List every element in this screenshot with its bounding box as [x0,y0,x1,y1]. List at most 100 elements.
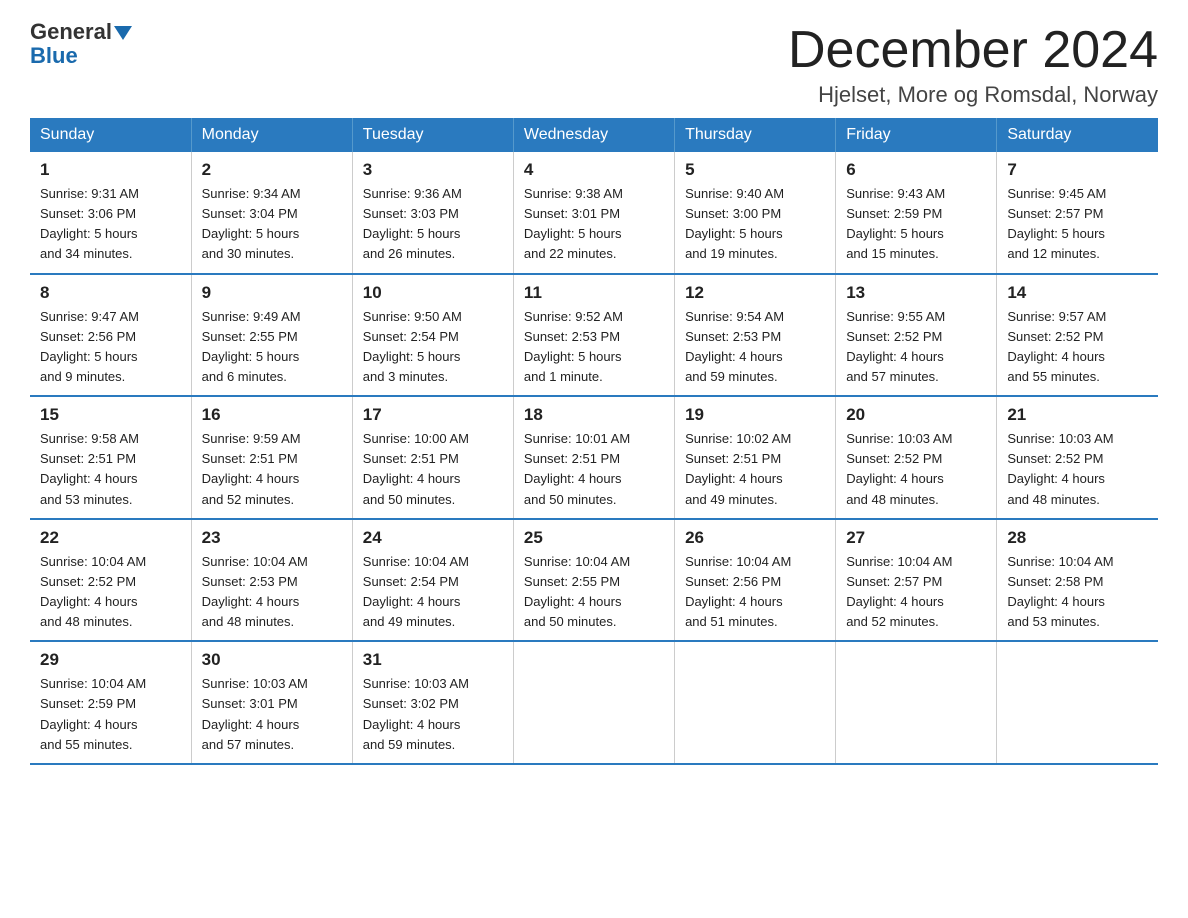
day-info: Sunrise: 10:04 AMSunset: 2:54 PMDaylight… [363,552,503,633]
day-number: 14 [1007,283,1148,303]
day-info: Sunrise: 10:04 AMSunset: 2:59 PMDaylight… [40,674,181,755]
calendar-cell: 21 Sunrise: 10:03 AMSunset: 2:52 PMDaylig… [997,396,1158,519]
weekday-header-sunday: Sunday [30,118,191,152]
calendar-cell: 26 Sunrise: 10:04 AMSunset: 2:56 PMDaylig… [675,519,836,642]
calendar-cell: 15 Sunrise: 9:58 AMSunset: 2:51 PMDayligh… [30,396,191,519]
calendar-table: SundayMondayTuesdayWednesdayThursdayFrid… [30,118,1158,765]
day-number: 13 [846,283,986,303]
day-info: Sunrise: 10:03 AMSunset: 2:52 PMDaylight… [1007,429,1148,510]
calendar-cell: 20 Sunrise: 10:03 AMSunset: 2:52 PMDaylig… [836,396,997,519]
calendar-cell: 30 Sunrise: 10:03 AMSunset: 3:01 PMDaylig… [191,641,352,764]
day-info: Sunrise: 9:52 AMSunset: 2:53 PMDaylight:… [524,307,664,388]
calendar-cell: 14 Sunrise: 9:57 AMSunset: 2:52 PMDayligh… [997,274,1158,397]
day-info: Sunrise: 10:04 AMSunset: 2:57 PMDaylight… [846,552,986,633]
day-number: 16 [202,405,342,425]
day-info: Sunrise: 10:04 AMSunset: 2:55 PMDaylight… [524,552,664,633]
day-info: Sunrise: 9:43 AMSunset: 2:59 PMDaylight:… [846,184,986,265]
weekday-header-thursday: Thursday [675,118,836,152]
calendar-cell [997,641,1158,764]
day-info: Sunrise: 10:01 AMSunset: 2:51 PMDaylight… [524,429,664,510]
calendar-cell: 10 Sunrise: 9:50 AMSunset: 2:54 PMDayligh… [352,274,513,397]
weekday-header-wednesday: Wednesday [513,118,674,152]
month-title: December 2024 [788,20,1158,80]
day-number: 28 [1007,528,1148,548]
day-number: 29 [40,650,181,670]
day-number: 24 [363,528,503,548]
calendar-cell: 31 Sunrise: 10:03 AMSunset: 3:02 PMDaylig… [352,641,513,764]
page-header: General Blue December 2024 Hjelset, More… [30,20,1158,108]
day-info: Sunrise: 9:59 AMSunset: 2:51 PMDaylight:… [202,429,342,510]
calendar-cell: 28 Sunrise: 10:04 AMSunset: 2:58 PMDaylig… [997,519,1158,642]
weekday-header-friday: Friday [836,118,997,152]
calendar-cell: 7Sunrise: 9:45 AMSunset: 2:57 PMDaylight… [997,152,1158,274]
day-number: 20 [846,405,986,425]
weekday-header-monday: Monday [191,118,352,152]
calendar-header: SundayMondayTuesdayWednesdayThursdayFrid… [30,118,1158,152]
day-info: Sunrise: 10:04 AMSunset: 2:52 PMDaylight… [40,552,181,633]
calendar-week-2: 8Sunrise: 9:47 AMSunset: 2:56 PMDaylight… [30,274,1158,397]
calendar-cell: 18 Sunrise: 10:01 AMSunset: 2:51 PMDaylig… [513,396,674,519]
day-info: Sunrise: 9:36 AMSunset: 3:03 PMDaylight:… [363,184,503,265]
day-number: 9 [202,283,342,303]
calendar-cell: 12 Sunrise: 9:54 AMSunset: 2:53 PMDayligh… [675,274,836,397]
calendar-cell: 24 Sunrise: 10:04 AMSunset: 2:54 PMDaylig… [352,519,513,642]
calendar-cell: 29 Sunrise: 10:04 AMSunset: 2:59 PMDaylig… [30,641,191,764]
day-number: 10 [363,283,503,303]
calendar-cell: 22 Sunrise: 10:04 AMSunset: 2:52 PMDaylig… [30,519,191,642]
calendar-cell: 2 Sunrise: 9:34 AMSunset: 3:04 PMDaylight… [191,152,352,274]
calendar-cell [836,641,997,764]
calendar-cell: 19Sunrise: 10:02 AMSunset: 2:51 PMDaylig… [675,396,836,519]
calendar-week-4: 22 Sunrise: 10:04 AMSunset: 2:52 PMDaylig… [30,519,1158,642]
day-info: Sunrise: 9:54 AMSunset: 2:53 PMDaylight:… [685,307,825,388]
calendar-cell: 4Sunrise: 9:38 AMSunset: 3:01 PMDaylight… [513,152,674,274]
day-number: 5 [685,160,825,180]
day-info: Sunrise: 10:03 AMSunset: 2:52 PMDaylight… [846,429,986,510]
day-info: Sunrise: 10:03 AMSunset: 3:01 PMDaylight… [202,674,342,755]
day-number: 15 [40,405,181,425]
day-number: 17 [363,405,503,425]
day-info: Sunrise: 10:02 AMSunset: 2:51 PMDaylight… [685,429,825,510]
calendar-week-3: 15 Sunrise: 9:58 AMSunset: 2:51 PMDayligh… [30,396,1158,519]
day-info: Sunrise: 9:34 AMSunset: 3:04 PMDaylight:… [202,184,342,265]
calendar-cell: 17Sunrise: 10:00 AMSunset: 2:51 PMDaylig… [352,396,513,519]
calendar-cell: 27 Sunrise: 10:04 AMSunset: 2:57 PMDaylig… [836,519,997,642]
day-number: 8 [40,283,181,303]
logo: General Blue [30,20,132,68]
day-info: Sunrise: 9:45 AMSunset: 2:57 PMDaylight:… [1007,184,1148,265]
calendar-cell: 25 Sunrise: 10:04 AMSunset: 2:55 PMDaylig… [513,519,674,642]
weekday-row: SundayMondayTuesdayWednesdayThursdayFrid… [30,118,1158,152]
calendar-cell: 16 Sunrise: 9:59 AMSunset: 2:51 PMDayligh… [191,396,352,519]
day-number: 22 [40,528,181,548]
calendar-cell: 8Sunrise: 9:47 AMSunset: 2:56 PMDaylight… [30,274,191,397]
day-info: Sunrise: 9:58 AMSunset: 2:51 PMDaylight:… [40,429,181,510]
day-number: 12 [685,283,825,303]
day-info: Sunrise: 9:50 AMSunset: 2:54 PMDaylight:… [363,307,503,388]
day-number: 2 [202,160,342,180]
day-number: 1 [40,160,181,180]
day-number: 27 [846,528,986,548]
day-number: 6 [846,160,986,180]
calendar-cell: 11Sunrise: 9:52 AMSunset: 2:53 PMDayligh… [513,274,674,397]
day-number: 25 [524,528,664,548]
calendar-cell: 3 Sunrise: 9:36 AMSunset: 3:03 PMDaylight… [352,152,513,274]
day-info: Sunrise: 10:04 AMSunset: 2:58 PMDaylight… [1007,552,1148,633]
day-info: Sunrise: 9:49 AMSunset: 2:55 PMDaylight:… [202,307,342,388]
weekday-header-tuesday: Tuesday [352,118,513,152]
day-number: 3 [363,160,503,180]
calendar-cell: 13 Sunrise: 9:55 AMSunset: 2:52 PMDayligh… [836,274,997,397]
logo-general-text: General [30,19,112,44]
day-number: 18 [524,405,664,425]
calendar-cell: 6 Sunrise: 9:43 AMSunset: 2:59 PMDaylight… [836,152,997,274]
day-number: 21 [1007,405,1148,425]
day-number: 26 [685,528,825,548]
day-info: Sunrise: 10:03 AMSunset: 3:02 PMDaylight… [363,674,503,755]
day-number: 4 [524,160,664,180]
day-info: Sunrise: 9:57 AMSunset: 2:52 PMDaylight:… [1007,307,1148,388]
day-info: Sunrise: 10:04 AMSunset: 2:53 PMDaylight… [202,552,342,633]
day-info: Sunrise: 10:04 AMSunset: 2:56 PMDaylight… [685,552,825,633]
day-number: 31 [363,650,503,670]
day-info: Sunrise: 9:55 AMSunset: 2:52 PMDaylight:… [846,307,986,388]
day-number: 30 [202,650,342,670]
calendar-body: 1Sunrise: 9:31 AMSunset: 3:06 PMDaylight… [30,152,1158,764]
calendar-cell: 9 Sunrise: 9:49 AMSunset: 2:55 PMDaylight… [191,274,352,397]
